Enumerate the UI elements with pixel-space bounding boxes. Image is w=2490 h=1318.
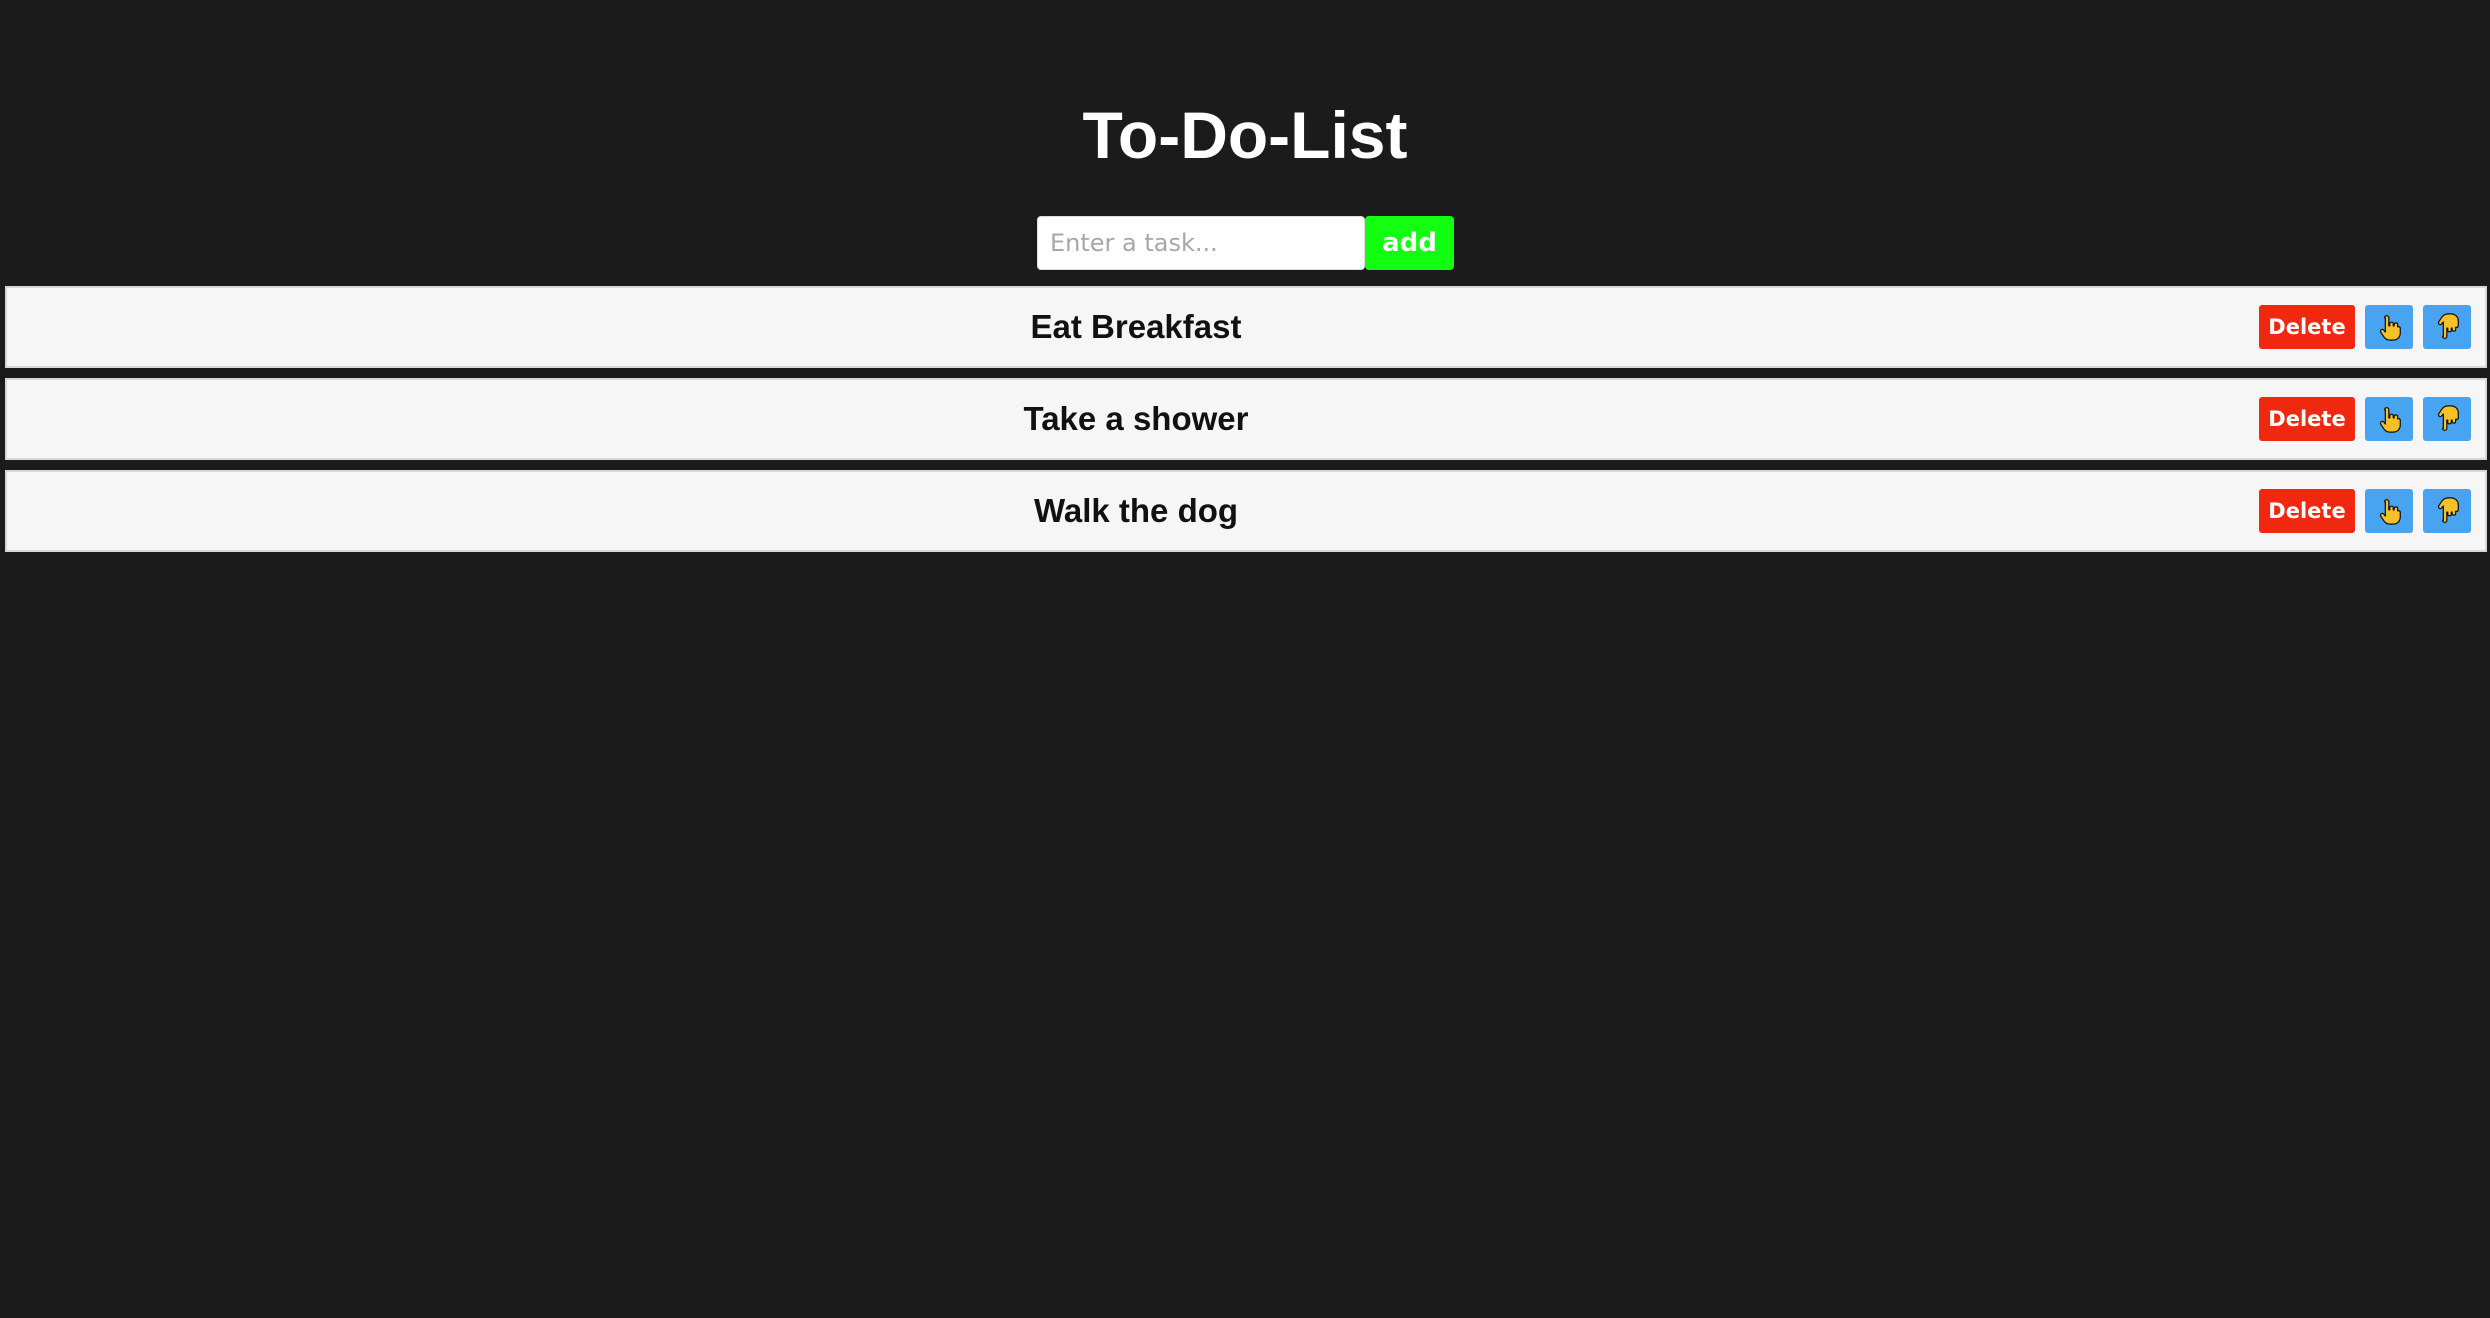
pointing-up-hand-icon bbox=[2379, 499, 2401, 525]
move-up-button[interactable] bbox=[2365, 305, 2413, 349]
move-down-button[interactable] bbox=[2423, 305, 2471, 349]
pointing-up-hand-icon bbox=[2379, 407, 2401, 433]
move-down-button[interactable] bbox=[2423, 489, 2471, 533]
task-input[interactable] bbox=[1037, 216, 1365, 270]
task-row: Take a shower Delete bbox=[5, 378, 2487, 460]
pointing-down-hand-icon bbox=[2437, 497, 2459, 523]
task-text: Take a shower bbox=[1023, 400, 1249, 437]
delete-button[interactable]: Delete bbox=[2259, 305, 2355, 349]
task-actions: Delete bbox=[2259, 397, 2471, 441]
task-row: Eat Breakfast Delete bbox=[5, 286, 2487, 368]
add-button[interactable]: add bbox=[1365, 216, 1454, 270]
task-actions: Delete bbox=[2259, 305, 2471, 349]
move-down-button[interactable] bbox=[2423, 397, 2471, 441]
delete-button[interactable]: Delete bbox=[2259, 397, 2355, 441]
move-up-button[interactable] bbox=[2365, 397, 2413, 441]
task-row: Walk the dog Delete bbox=[5, 470, 2487, 552]
task-text: Eat Breakfast bbox=[1030, 308, 1242, 345]
page-title: To-Do-List bbox=[1082, 98, 1408, 172]
move-up-button[interactable] bbox=[2365, 489, 2413, 533]
task-text: Walk the dog bbox=[1033, 492, 1239, 529]
pointing-down-hand-icon bbox=[2437, 313, 2459, 339]
delete-button[interactable]: Delete bbox=[2259, 489, 2355, 533]
task-list: Eat Breakfast Delete Take a shower Delet… bbox=[5, 286, 2487, 562]
pointing-down-hand-icon bbox=[2437, 405, 2459, 431]
pointing-up-hand-icon bbox=[2379, 315, 2401, 341]
add-task-form: add bbox=[1037, 216, 1454, 270]
task-actions: Delete bbox=[2259, 489, 2471, 533]
